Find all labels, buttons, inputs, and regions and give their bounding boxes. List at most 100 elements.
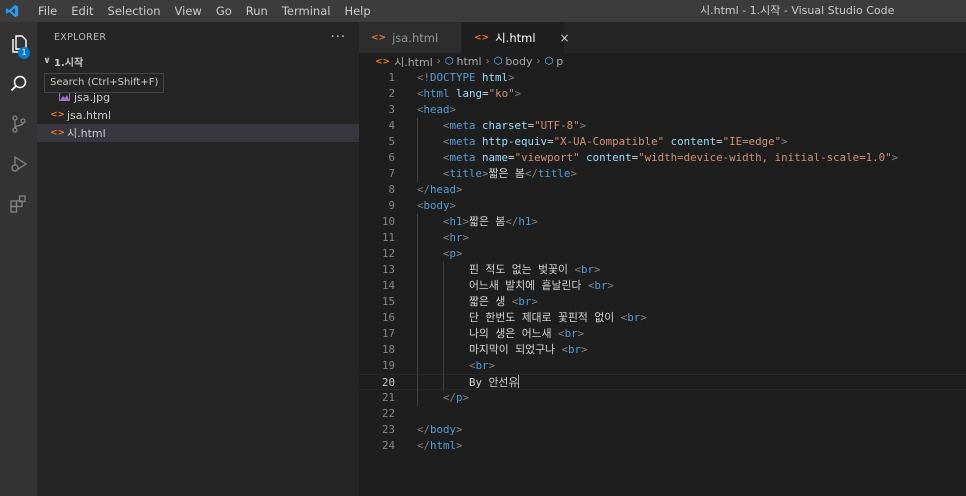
source-control-activity-button[interactable] xyxy=(0,106,37,142)
more-actions-button[interactable]: ··· xyxy=(331,30,346,45)
line-number: 12 xyxy=(381,247,395,260)
breadcrumb-file[interactable]: 시.html xyxy=(394,54,433,70)
extensions-activity-button[interactable] xyxy=(0,186,37,222)
code-line[interactable]: 1 <!DOCTYPE html> xyxy=(359,70,966,86)
code-text: <meta name="viewport" content="width=dev… xyxy=(443,151,899,164)
code-line[interactable]: 22 xyxy=(359,406,966,422)
code-text: <html lang="ko"> xyxy=(417,87,522,100)
line-number: 19 xyxy=(381,359,395,372)
menu-view[interactable]: View xyxy=(168,0,209,22)
symbol-element-icon: ⬡ xyxy=(444,56,454,67)
code-line[interactable]: 11 <hr> xyxy=(359,230,966,246)
workspace-folder[interactable]: ∨ 1.시작 xyxy=(37,52,359,70)
line-number: 8 xyxy=(388,183,395,196)
indent-guide xyxy=(443,278,444,294)
indent-guide xyxy=(417,358,418,374)
indent-guide xyxy=(417,150,418,166)
line-number: 22 xyxy=(381,407,395,420)
chevron-right-icon: › xyxy=(436,56,441,67)
code-line[interactable]: 12 <p> xyxy=(359,246,966,262)
code-line[interactable]: 23 </body> xyxy=(359,422,966,438)
indent-guide xyxy=(417,390,418,406)
html-file-icon: <> xyxy=(375,56,391,67)
menu-help[interactable]: Help xyxy=(337,0,377,22)
run-debug-activity-button[interactable] xyxy=(0,146,37,182)
html-file-icon: <> xyxy=(371,32,387,43)
code-line[interactable]: 9 <body> xyxy=(359,198,966,214)
code-line[interactable]: 17 나의 생은 어느새 <br> xyxy=(359,326,966,342)
editor-area: <> jsa.html <> 시.html × <> 시.html › ⬡ ht… xyxy=(359,22,966,496)
indent-guide xyxy=(443,358,444,374)
code-editor[interactable]: 1 <!DOCTYPE html> 2 <html lang="ko"> 3 <head>… xyxy=(359,70,966,454)
code-line[interactable]: 13 핀 적도 없는 벚꽃이 <br> xyxy=(359,262,966,278)
code-line[interactable]: 5 <meta http-equiv="X-UA-Compatible" cont… xyxy=(359,134,966,150)
code-line[interactable]: 3 <head> xyxy=(359,102,966,118)
menu-run[interactable]: Run xyxy=(239,0,275,22)
breadcrumb-p[interactable]: p xyxy=(556,55,563,68)
code-text: <hr> xyxy=(443,231,470,244)
indent-guide xyxy=(417,134,418,150)
breadcrumb-body[interactable]: body xyxy=(505,55,532,68)
code-line[interactable]: 15 짧은 생 <br> xyxy=(359,294,966,310)
indent-guide xyxy=(417,326,418,342)
tree-item-si-html[interactable]: <> 시.html xyxy=(37,124,359,142)
close-icon[interactable]: × xyxy=(560,31,570,45)
code-text: </head> xyxy=(417,183,463,196)
indent-guide xyxy=(417,118,418,134)
code-line[interactable]: 24 </html> xyxy=(359,438,966,454)
tree-item-label: 시.html xyxy=(67,127,106,140)
vscode-logo-icon xyxy=(1,0,23,22)
code-line[interactable]: 8 </head> xyxy=(359,182,966,198)
tree-item-jsa-html[interactable]: <> jsa.html xyxy=(37,106,359,124)
code-line[interactable]: 21 </p> xyxy=(359,390,966,406)
line-number: 9 xyxy=(388,199,395,212)
code-line[interactable]: 19 <br> xyxy=(359,358,966,374)
code-line[interactable]: 16 단 한번도 제대로 꽃핀적 없이 <br> xyxy=(359,310,966,326)
menu-bar: File Edit Selection View Go Run Terminal… xyxy=(31,0,378,22)
menu-edit[interactable]: Edit xyxy=(64,0,100,22)
line-number: 10 xyxy=(381,215,395,228)
code-text: <h1>짧은 봄</h1> xyxy=(443,215,538,228)
tab-jsa-html[interactable]: <> jsa.html xyxy=(359,22,462,53)
menu-terminal[interactable]: Terminal xyxy=(275,0,338,22)
editor-tabs: <> jsa.html <> 시.html × xyxy=(359,22,966,53)
menu-selection[interactable]: Selection xyxy=(101,0,168,22)
search-activity-button[interactable] xyxy=(0,66,37,102)
line-number: 15 xyxy=(381,295,395,308)
explorer-activity-button[interactable]: 1 xyxy=(0,26,37,62)
code-line[interactable]: 4 <meta charset="UTF-8"> xyxy=(359,118,966,134)
code-line[interactable]: 10 <h1>짧은 봄</h1> xyxy=(359,214,966,230)
search-tooltip: Search (Ctrl+Shift+F) xyxy=(44,73,165,93)
line-number: 16 xyxy=(381,311,395,324)
tab-si-html[interactable]: <> 시.html × xyxy=(462,22,570,53)
chevron-down-icon: ∨ xyxy=(43,56,51,66)
indent-guide xyxy=(417,214,418,230)
menu-go[interactable]: Go xyxy=(209,0,239,22)
code-line[interactable]: 18 마지막이 되었구나 <br> xyxy=(359,342,966,358)
code-line[interactable]: 7 <title>짧은 봄</title> xyxy=(359,166,966,182)
symbol-element-icon: ⬡ xyxy=(544,56,554,67)
code-text: 짧은 생 <br> xyxy=(469,295,538,308)
code-text: <br> xyxy=(469,359,496,372)
extensions-icon xyxy=(9,195,26,213)
html-file-icon: <> xyxy=(50,110,66,120)
menu-file[interactable]: File xyxy=(31,0,64,22)
code-line[interactable]: 20 By 안선유 xyxy=(359,374,966,391)
breadcrumb-html[interactable]: html xyxy=(457,55,482,68)
indent-guide xyxy=(417,375,418,391)
code-text: 어느새 발치에 흩날린다 <br> xyxy=(469,279,614,292)
explorer-header: EXPLORER ··· xyxy=(37,22,359,52)
line-number: 20 xyxy=(381,376,395,389)
window-title: 시.html - 1.시작 - Visual Studio Code xyxy=(700,4,895,17)
code-line[interactable]: 14 어느새 발치에 흩날린다 <br> xyxy=(359,278,966,294)
line-number: 6 xyxy=(388,151,395,164)
indent-guide xyxy=(417,310,418,326)
code-text: <p> xyxy=(443,247,463,260)
activity-bar: 1 xyxy=(0,22,37,496)
code-text: <body> xyxy=(417,199,457,212)
code-line[interactable]: 2 <html lang="ko"> xyxy=(359,86,966,102)
indent-guide xyxy=(417,278,418,294)
code-line[interactable]: 6 <meta name="viewport" content="width=de… xyxy=(359,150,966,166)
indent-guide xyxy=(417,294,418,310)
tree-item-label: jsa.html xyxy=(67,108,112,122)
